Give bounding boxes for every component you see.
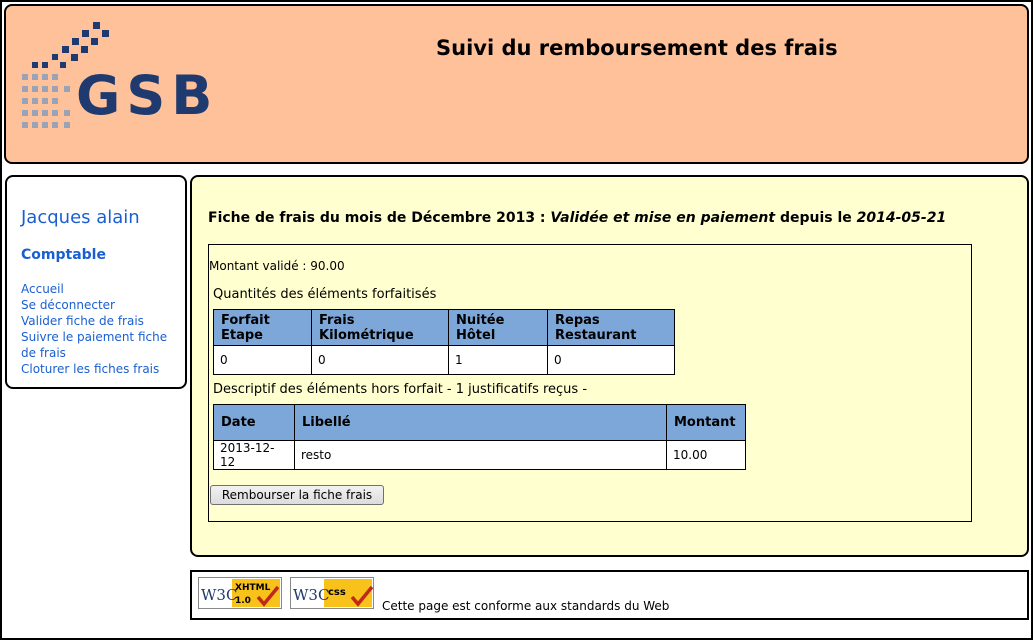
user-role: Comptable [21,247,106,263]
table-header-row: Date Libellé Montant [213,404,746,441]
column-header: Montant [666,404,746,441]
column-header: Nuitée Hôtel [448,309,548,346]
table-row: 2013-12-12 resto 10.00 [213,440,746,470]
fiche-etat: Validée et mise en paiement [550,210,776,226]
table-cell: 0 [547,345,675,375]
sidebar-menu: Accueil Se déconnecter Valider fiche de … [21,281,181,377]
table-header-row: Forfait Etape Frais Kilométrique Nuitée … [213,309,675,346]
fiche-date-modif: 2014-05-21 [856,210,947,226]
table-cell: 0 [311,345,449,375]
menu-item-deconnecter[interactable]: Se déconnecter [21,297,181,313]
table-cell: 0 [213,345,312,375]
forfait-table: Forfait Etape Frais Kilométrique Nuitée … [213,309,675,375]
column-header: Forfait Etape [213,309,312,346]
menu-item-accueil[interactable]: Accueil [21,281,181,297]
badge-xhtml-version: 1.0 [235,596,251,606]
montant-valide: Montant validé : 90.00 [209,259,345,273]
menu-item-suivre-paiement[interactable]: Suivre le paiement fiche de frais [21,329,181,361]
table-cell: resto [294,440,667,470]
menu-item-valider-fiche[interactable]: Valider fiche de frais [21,313,181,329]
column-header: Repas Restaurant [547,309,675,346]
column-header: Frais Kilométrique [311,309,449,346]
fiche-title: Fiche de frais du mois de Décembre 2013 … [208,210,946,226]
header-banner: GSB Suivi du remboursement des frais [4,4,1029,164]
fiche-title-prefix: Fiche de frais du mois de Décembre 2013 … [208,210,551,226]
forfait-caption: Quantités des éléments forfaitisés [213,287,437,302]
column-header: Libellé [294,404,667,441]
table-row: 0 0 1 0 [213,345,675,375]
hors-forfait-table: Date Libellé Montant 2013-12-12 resto 10… [213,404,746,470]
badge-w3c-text: W3C [293,586,329,604]
column-header: Date [213,404,295,441]
badge-w3c-text: W3C [201,586,237,604]
fiche-details-box: Montant validé : 90.00 Quantités des élé… [208,244,972,522]
badge-css-label: css [328,587,346,598]
table-cell: 10.00 [666,440,746,470]
main-content: Fiche de frais du mois de Décembre 2013 … [190,175,1029,557]
fiche-depuis-label: depuis le [775,210,857,226]
badge-xhtml-label: XHTML [235,583,271,593]
sidebar: Jacques alain Comptable Accueil Se décon… [5,175,187,389]
w3c-xhtml-badge-icon[interactable]: W3C XHTML 1.0 [198,577,282,609]
table-cell: 2013-12-12 [213,440,295,470]
rembourser-button[interactable]: Rembourser la fiche frais [210,485,384,505]
page-title: Suivi du remboursement des frais [436,36,838,60]
footer: W3C XHTML 1.0 W3C css Cette page est con… [190,570,1029,620]
w3c-css-badge-icon[interactable]: W3C css [290,577,374,609]
table-cell: 1 [448,345,548,375]
footer-conformity-text: Cette page est conforme aux standards du… [382,599,670,613]
logo-text: GSB [76,64,219,127]
hors-forfait-caption: Descriptif des éléments hors forfait - 1… [213,382,588,397]
user-name: Jacques alain [21,207,140,228]
menu-item-cloturer-fiches[interactable]: Cloturer les fiches frais [21,361,181,377]
